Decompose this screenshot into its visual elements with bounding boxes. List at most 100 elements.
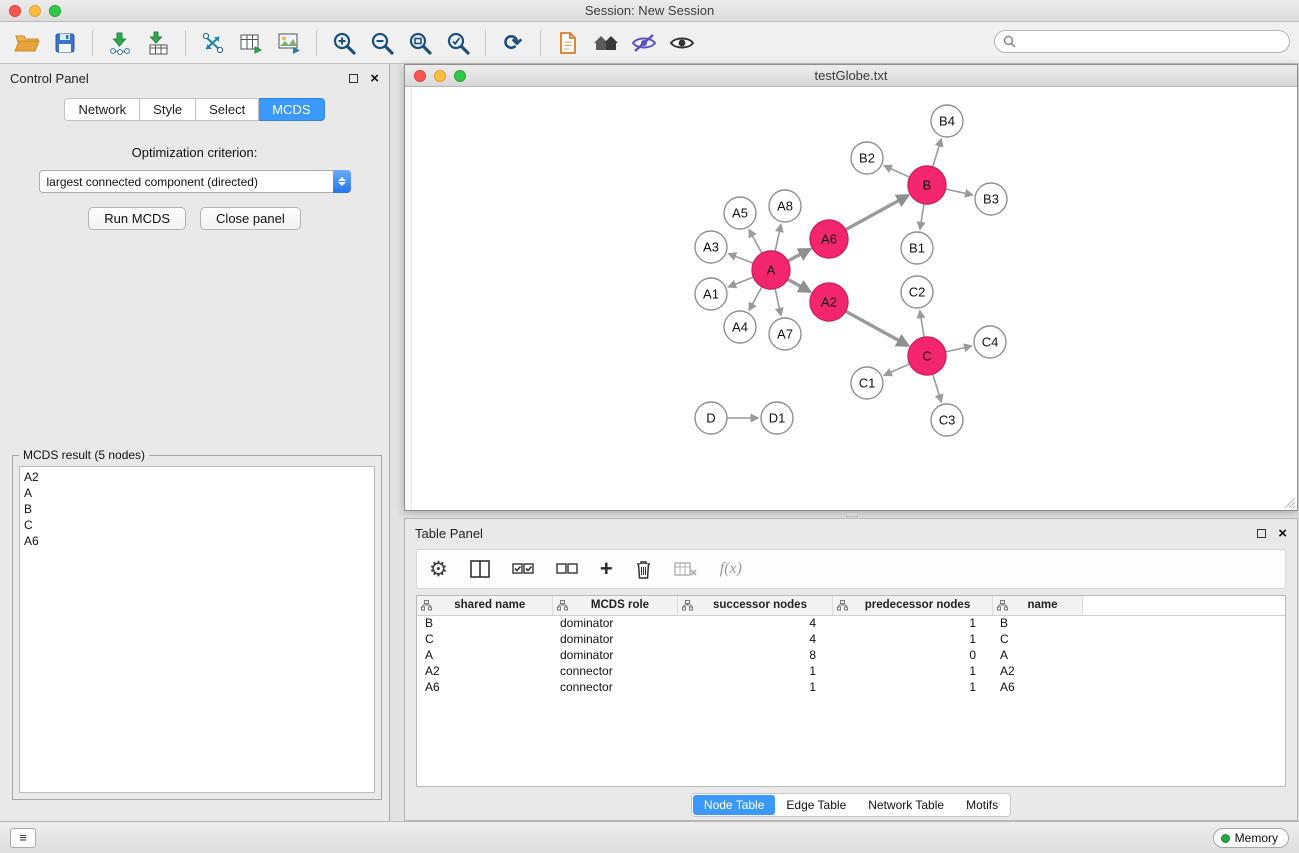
table-row[interactable]: Cdominator41C [417,631,1285,647]
graph-edge-C-C2[interactable] [920,311,924,337]
graph-node-B[interactable]: B [908,166,946,204]
new-table-column-button[interactable] [232,26,270,60]
graph-node-C1[interactable]: C1 [851,367,883,399]
import-table-button[interactable] [139,26,177,60]
function-builder-button[interactable]: f(x) [720,560,742,578]
mcds-result-item[interactable]: A2 [20,469,374,485]
graph-node-A3[interactable]: A3 [695,231,727,263]
network-canvas[interactable]: AA6A2BCA5A8A3A1A4A7B2B4B3B1C2C4C1C3DD1 [405,87,1297,510]
graph-node-B1[interactable]: B1 [901,232,933,264]
mcds-result-item[interactable]: B [20,501,374,517]
open-session-button[interactable] [8,26,46,60]
network-window-titlebar[interactable]: testGlobe.txt [405,65,1297,87]
resize-grip-icon[interactable] [1284,497,1296,509]
graph-edge-C-C4[interactable] [946,346,972,352]
tab-mcds[interactable]: MCDS [259,98,324,121]
run-mcds-button[interactable]: Run MCDS [88,207,186,230]
network-graph[interactable]: AA6A2BCA5A8A3A1A4A7B2B4B3B1C2C4C1C3DD1 [405,87,1297,510]
mcds-result-item[interactable]: C [20,517,374,533]
delete-column-button[interactable] [635,560,652,579]
column-header-predecessor-nodes[interactable]: predecessor nodes [832,596,992,615]
close-table-panel-icon[interactable]: × [1278,526,1287,541]
graph-node-A[interactable]: A [752,251,790,289]
select-all-rows-button[interactable] [512,561,534,577]
graph-node-D1[interactable]: D1 [761,402,793,434]
graph-edge-A-A2[interactable] [788,279,810,291]
column-header-shared-name[interactable]: shared name [417,596,552,615]
show-columns-button[interactable] [470,560,490,578]
graph-edge-A-A1[interactable] [729,277,754,287]
graph-edge-A-A3[interactable] [729,254,754,263]
graph-node-C4[interactable]: C4 [974,326,1006,358]
tab-select[interactable]: Select [196,98,259,121]
graph-node-D[interactable]: D [695,402,727,434]
graph-node-B2[interactable]: B2 [851,142,883,174]
open-document-button[interactable] [549,26,587,60]
mcds-result-list[interactable]: A2ABCA6 [19,466,375,793]
tab-node-table[interactable]: Node Table [693,795,776,815]
close-panel-icon[interactable]: × [370,71,379,86]
mcds-result-item[interactable]: A [20,485,374,501]
zoom-in-button[interactable] [325,26,363,60]
graph-node-C2[interactable]: C2 [901,276,933,308]
tab-network[interactable]: Network [64,98,140,121]
graph-edge-A-A6[interactable] [788,249,810,261]
float-panel-icon[interactable] [349,74,358,83]
save-session-button[interactable] [46,26,84,60]
zoom-out-button[interactable] [363,26,401,60]
graph-edge-A6-B[interactable] [846,196,908,230]
horizontal-splitter-handle[interactable] [846,512,858,517]
home-network-button[interactable] [587,26,625,60]
dropdown-stepper[interactable] [333,170,351,193]
graph-node-B3[interactable]: B3 [975,183,1007,215]
search-input[interactable] [1021,35,1281,49]
tab-motifs[interactable]: Motifs [955,795,1009,815]
memory-button[interactable]: Memory [1213,828,1289,848]
graph-node-A8[interactable]: A8 [769,190,801,222]
graph-edge-A-A4[interactable] [749,287,762,311]
add-column-button[interactable]: + [600,558,613,580]
mcds-result-item[interactable]: A6 [20,533,374,549]
column-header-successor-nodes[interactable]: successor nodes [677,596,832,615]
hide-graphics-button[interactable] [625,26,663,60]
graph-edge-A-A8[interactable] [775,225,781,252]
zoom-fit-button[interactable] [401,26,439,60]
import-network-button[interactable] [101,26,139,60]
graph-edge-A-A5[interactable] [749,230,762,254]
close-panel-button[interactable]: Close panel [200,207,301,230]
tab-style[interactable]: Style [140,98,196,121]
float-table-panel-icon[interactable] [1257,529,1266,538]
graph-edge-A-A7[interactable] [775,289,781,316]
graph-edge-C-C3[interactable] [933,374,942,402]
graph-node-C3[interactable]: C3 [931,404,963,436]
graph-node-A5[interactable]: A5 [724,197,756,229]
refresh-view-button[interactable]: ⟳ [494,26,532,60]
column-header-name[interactable]: name [992,596,1082,615]
graph-node-A4[interactable]: A4 [724,311,756,343]
tab-edge-table[interactable]: Edge Table [775,795,857,815]
table-row[interactable]: Bdominator41B [417,615,1285,631]
graph-node-B4[interactable]: B4 [931,105,963,137]
task-history-button[interactable]: ≡ [10,828,36,848]
graph-edge-B-B3[interactable] [946,189,973,195]
optimization-criterion-select[interactable]: largest connected component (directed) [39,170,351,193]
graph-node-A7[interactable]: A7 [769,318,801,350]
delete-table-button[interactable] [674,561,698,577]
node-table-container[interactable]: shared name MCDS role successor nodes pr… [416,595,1286,787]
layout-network-button[interactable] [194,26,232,60]
graph-edge-B-B4[interactable] [933,139,942,167]
graph-edge-C-C1[interactable] [884,364,909,375]
deselect-all-rows-button[interactable] [556,561,578,577]
graph-node-C[interactable]: C [908,337,946,375]
graph-node-A2[interactable]: A2 [810,283,848,321]
search-box[interactable] [994,30,1290,53]
table-row[interactable]: A6connector11A6 [417,679,1285,695]
show-graphics-button[interactable] [663,26,701,60]
export-image-button[interactable] [270,26,308,60]
table-row[interactable]: A2connector11A2 [417,663,1285,679]
graph-edge-A2-C[interactable] [846,311,908,345]
table-row[interactable]: Adominator80A [417,647,1285,663]
graph-node-A6[interactable]: A6 [810,220,848,258]
graph-edge-B-B2[interactable] [884,166,909,177]
tab-network-table[interactable]: Network Table [857,795,955,815]
